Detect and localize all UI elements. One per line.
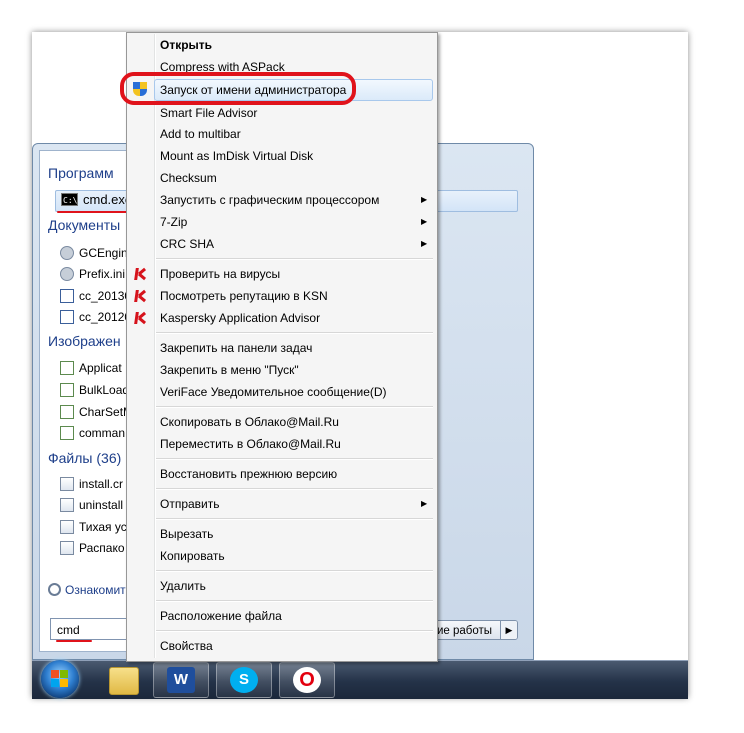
chevron-right-icon: ▶ (421, 239, 428, 248)
search-icon (48, 583, 61, 596)
word-icon: W (167, 667, 195, 693)
app-file-icon (60, 426, 74, 440)
image-item[interactable]: comman (60, 423, 128, 443)
menu-separator (156, 458, 433, 460)
windows-logo-icon (51, 670, 69, 688)
menu-item-7zip[interactable]: 7-Zip (160, 212, 187, 232)
settings-file-icon (60, 267, 74, 281)
menu-item-open[interactable]: Открыть (160, 35, 212, 55)
cmd-icon: C:\ (61, 193, 78, 206)
chevron-right-icon: ▶ (421, 217, 428, 226)
shutdown-button[interactable]: ие работы ▶ (430, 620, 518, 640)
file-item[interactable]: Тихая ус (60, 517, 128, 537)
file-item[interactable]: uninstall (60, 495, 128, 515)
file-icon (60, 541, 74, 555)
document-item[interactable]: cc_20120 (60, 307, 128, 327)
menu-item-veriface[interactable]: VeriFace Уведомительное сообщение(D) (160, 382, 387, 402)
kaspersky-icon (133, 289, 147, 303)
menu-separator (156, 630, 433, 632)
context-menu-icon-gutter (154, 34, 156, 658)
file-item[interactable]: install.cr (60, 474, 128, 494)
see-more-results-link[interactable]: Ознакомит (48, 583, 128, 597)
menu-item-run-with-gpu[interactable]: Запустить с графическим процессором (160, 190, 379, 210)
annotation-underline-search (56, 640, 92, 642)
cmd-result-label[interactable]: cmd.exe (83, 191, 132, 209)
menu-item-pin-taskbar[interactable]: Закрепить на панели задач (160, 338, 312, 358)
app-file-icon (60, 405, 74, 419)
menu-separator (156, 570, 433, 572)
annotation-highlight-oval (120, 72, 356, 105)
file-icon (60, 498, 74, 512)
kaspersky-icon (133, 311, 147, 325)
start-search-input[interactable]: cmd (50, 618, 128, 640)
taskbar-word[interactable]: W (153, 662, 209, 698)
taskbar-opera[interactable]: O (279, 662, 335, 698)
document-item[interactable]: cc_20130 (60, 286, 128, 306)
taskbar-explorer[interactable] (95, 662, 151, 698)
document-item[interactable]: Prefix.ini (60, 264, 128, 284)
menu-separator (156, 518, 433, 520)
app-file-icon (60, 383, 74, 397)
menu-item-restore-previous[interactable]: Восстановить прежнюю версию (160, 464, 337, 484)
menu-separator (156, 258, 433, 260)
image-item[interactable]: BulkLoad (60, 380, 128, 400)
menu-item-copy-to-cloud[interactable]: Скопировать в Облако@Mail.Ru (160, 412, 339, 432)
menu-separator (156, 406, 433, 408)
document-file-icon (60, 310, 74, 324)
menu-separator (156, 600, 433, 602)
documents-header[interactable]: Документы (48, 217, 120, 233)
menu-separator (156, 488, 433, 490)
menu-item-scan-viruses[interactable]: Проверить на вирусы (160, 264, 280, 284)
opera-icon: O (293, 667, 321, 693)
menu-item-delete[interactable]: Удалить (160, 576, 206, 596)
menu-item-send-to[interactable]: Отправить (160, 494, 220, 514)
file-item[interactable]: Распако (60, 538, 128, 558)
image-item[interactable]: CharSetM (60, 402, 128, 422)
menu-item-file-location[interactable]: Расположение файла (160, 606, 282, 626)
menu-item-crc-sha[interactable]: CRC SHA (160, 234, 214, 254)
skype-icon: S (230, 667, 258, 693)
menu-item-add-to-multibar[interactable]: Add to multibar (160, 124, 241, 144)
files-header[interactable]: Файлы (36) (48, 450, 121, 466)
programs-header[interactable]: Программ (48, 165, 114, 181)
kaspersky-icon (133, 267, 147, 281)
menu-item-copy[interactable]: Копировать (160, 546, 225, 566)
menu-item-move-to-cloud[interactable]: Переместить в Облако@Mail.Ru (160, 434, 341, 454)
taskbar-skype[interactable]: S (216, 662, 272, 698)
menu-item-properties[interactable]: Свойства (160, 636, 213, 656)
start-button[interactable] (41, 660, 79, 698)
folder-icon (109, 667, 139, 695)
file-icon (60, 520, 74, 534)
menu-item-mount-imdisk[interactable]: Mount as ImDisk Virtual Disk (160, 146, 313, 166)
document-item[interactable]: GCEngin (60, 243, 128, 263)
settings-file-icon (60, 246, 74, 260)
chevron-right-icon: ▶ (421, 499, 428, 508)
menu-item-ksn-reputation[interactable]: Посмотреть репутацию в KSN (160, 286, 328, 306)
menu-item-kaspersky-advisor[interactable]: Kaspersky Application Advisor (160, 308, 320, 328)
menu-item-smart-file-advisor[interactable]: Smart File Advisor (160, 103, 257, 123)
menu-item-cut[interactable]: Вырезать (160, 524, 213, 544)
file-icon (60, 477, 74, 491)
document-file-icon (60, 289, 74, 303)
shutdown-options-arrow[interactable]: ▶ (500, 621, 517, 639)
image-item[interactable]: Applicat (60, 358, 128, 378)
menu-item-pin-start[interactable]: Закрепить в меню "Пуск" (160, 360, 299, 380)
chevron-right-icon: ▶ (421, 195, 428, 204)
images-header[interactable]: Изображен (48, 333, 121, 349)
menu-item-checksum[interactable]: Checksum (160, 168, 217, 188)
annotation-underline-cmd (57, 211, 127, 213)
menu-separator (156, 332, 433, 334)
app-file-icon (60, 361, 74, 375)
